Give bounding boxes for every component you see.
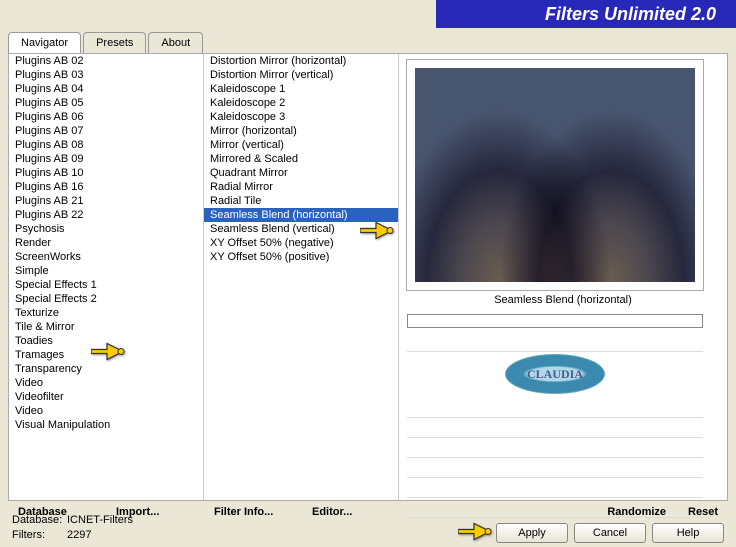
list-item[interactable]: Kaleidoscope 2 [204, 96, 398, 110]
category-list[interactable]: Plugins AB 02Plugins AB 03Plugins AB 04P… [9, 54, 203, 500]
list-item[interactable]: Visual Manipulation [9, 418, 203, 432]
list-item[interactable]: Plugins AB 03 [9, 68, 203, 82]
list-item[interactable]: Mirror (vertical) [204, 138, 398, 152]
list-item[interactable]: Mirror (horizontal) [204, 124, 398, 138]
filter-count-label: Filters: [12, 528, 67, 543]
tab-strip: NavigatorPresetsAbout [0, 28, 736, 53]
tab-navigator[interactable]: Navigator [8, 32, 81, 53]
list-item[interactable]: Special Effects 1 [9, 278, 203, 292]
list-item[interactable]: Plugins AB 04 [9, 82, 203, 96]
list-item[interactable]: Plugins AB 02 [9, 54, 203, 68]
action-buttons: Apply Cancel Help [496, 523, 724, 543]
list-item[interactable]: Plugins AB 06 [9, 110, 203, 124]
list-item[interactable]: Plugins AB 08 [9, 138, 203, 152]
list-item[interactable]: Plugins AB 07 [9, 124, 203, 138]
watermark-badge: CLAUDIA [505, 354, 605, 394]
help-button[interactable]: Help [652, 523, 724, 543]
list-item[interactable]: Plugins AB 22 [9, 208, 203, 222]
category-list-panel: Plugins AB 02Plugins AB 03Plugins AB 04P… [9, 54, 204, 500]
list-item[interactable]: Radial Mirror [204, 180, 398, 194]
list-item[interactable]: Quadrant Mirror [204, 166, 398, 180]
preview-label: Seamless Blend (horizontal) [407, 294, 719, 306]
tab-presets[interactable]: Presets [83, 32, 146, 53]
progress-bar [407, 314, 703, 328]
pointer-icon [91, 340, 129, 367]
list-item[interactable]: Simple [9, 264, 203, 278]
parameter-rows: CLAUDIA [407, 332, 703, 518]
list-item[interactable]: XY Offset 50% (positive) [204, 250, 398, 264]
list-item[interactable]: Radial Tile [204, 194, 398, 208]
list-item[interactable]: Tile & Mirror [9, 320, 203, 334]
cancel-button[interactable]: Cancel [574, 523, 646, 543]
list-item[interactable]: Render [9, 236, 203, 250]
db-label: Database: [12, 513, 67, 528]
list-item[interactable]: Plugins AB 16 [9, 180, 203, 194]
list-item[interactable]: Videofilter [9, 390, 203, 404]
list-item[interactable]: Video [9, 404, 203, 418]
list-item[interactable]: Special Effects 2 [9, 292, 203, 306]
preview-panel: Seamless Blend (horizontal) CLAUDIA [399, 54, 727, 500]
list-item[interactable]: ScreenWorks [9, 250, 203, 264]
filter-list[interactable]: Distortion Mirror (horizontal)Distortion… [204, 54, 398, 500]
list-item[interactable]: Plugins AB 10 [9, 166, 203, 180]
filter-count-value: 2297 [67, 529, 91, 541]
list-item[interactable]: Mirrored & Scaled [204, 152, 398, 166]
apply-button[interactable]: Apply [496, 523, 568, 543]
list-item[interactable]: Plugins AB 21 [9, 194, 203, 208]
status-info: Database:ICNET-Filters Filters:2297 [12, 513, 133, 543]
list-item[interactable]: Kaleidoscope 3 [204, 110, 398, 124]
preview-image [407, 60, 703, 290]
app-title-bar: Filters Unlimited 2.0 [436, 0, 736, 28]
list-item[interactable]: Distortion Mirror (vertical) [204, 68, 398, 82]
list-item[interactable]: Psychosis [9, 222, 203, 236]
list-item[interactable]: Distortion Mirror (horizontal) [204, 54, 398, 68]
list-item[interactable]: Plugins AB 05 [9, 96, 203, 110]
list-item[interactable]: Video [9, 376, 203, 390]
list-item[interactable]: Plugins AB 09 [9, 152, 203, 166]
list-item[interactable]: Texturize [9, 306, 203, 320]
db-value: ICNET-Filters [67, 514, 133, 526]
pointer-icon [458, 520, 496, 547]
filter-list-panel: Distortion Mirror (horizontal)Distortion… [204, 54, 399, 500]
pointer-icon [360, 219, 398, 246]
tab-about[interactable]: About [148, 32, 203, 53]
list-item[interactable]: Kaleidoscope 1 [204, 82, 398, 96]
